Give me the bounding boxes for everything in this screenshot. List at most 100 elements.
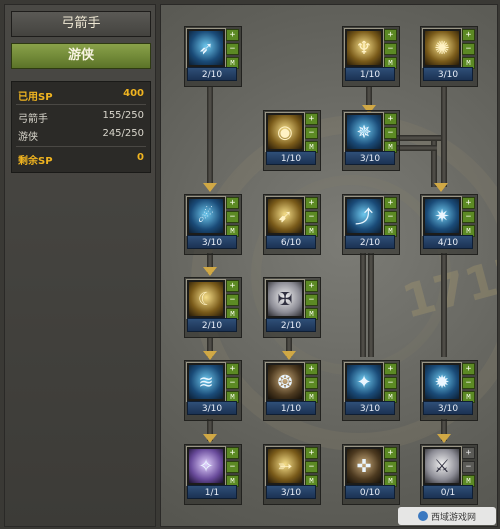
- skill-slot[interactable]: ❂ + − M 1/10: [263, 360, 321, 421]
- logo-text: 西域游戏网: [430, 512, 476, 523]
- skill-slot[interactable]: ♆ + − M 1/10: [342, 26, 400, 87]
- skill-minus-button[interactable]: −: [226, 43, 239, 55]
- skill-slot[interactable]: ➶ + − M 2/10: [184, 26, 242, 87]
- skill-slot[interactable]: ☄ + − M 3/10: [184, 194, 242, 255]
- skill-plus-button[interactable]: +: [384, 197, 397, 209]
- skill-slot[interactable]: ✦ + − M 3/10: [342, 360, 400, 421]
- skill-minus-button[interactable]: −: [305, 461, 318, 473]
- skill-minus-button[interactable]: −: [384, 43, 397, 55]
- logo-icon: [417, 511, 428, 521]
- sp-row-label: 游侠: [18, 132, 38, 143]
- skill-plus-button[interactable]: +: [226, 280, 239, 292]
- kick-icon[interactable]: ☄: [186, 196, 226, 236]
- arrow-icon: [434, 183, 448, 192]
- skill-minus-button[interactable]: −: [384, 127, 397, 139]
- skill-plus-button[interactable]: +: [226, 29, 239, 41]
- skill-minus-button[interactable]: −: [384, 461, 397, 473]
- sp-info-panel: 弓箭手 游侠 已用SP 400 弓箭手 155/250 游侠 245/250 剩…: [4, 4, 156, 527]
- skill-slot[interactable]: ➹ + − M 6/10: [263, 194, 321, 255]
- skill-plus-button[interactable]: +: [462, 29, 475, 41]
- sp-used-value: 400: [123, 88, 144, 99]
- skill-minus-button[interactable]: −: [384, 377, 397, 389]
- shield-cross-icon[interactable]: ✠: [265, 279, 305, 319]
- blue-burst-icon[interactable]: ✵: [344, 112, 384, 152]
- leap-icon[interactable]: ⤴: [344, 196, 384, 236]
- skill-plus-button[interactable]: +: [226, 197, 239, 209]
- skill-slot[interactable]: ✠ + − M 2/10: [263, 277, 321, 338]
- skill-minus-button[interactable]: −: [462, 377, 475, 389]
- sp-row-value: 245/250: [102, 128, 144, 139]
- skill-plus-button[interactable]: +: [384, 447, 397, 459]
- skill-slot[interactable]: ≋ + − M 3/10: [184, 360, 242, 421]
- golden-figure-icon[interactable]: ♆: [344, 28, 384, 68]
- sp-summary: 已用SP 400 弓箭手 155/250 游侠 245/250 剩余SP 0: [11, 81, 151, 173]
- skill-slot[interactable]: ✷ + − M 4/10: [420, 194, 478, 255]
- skill-buttons: + − M: [305, 113, 318, 155]
- wind-slash-icon[interactable]: ≋: [186, 362, 226, 402]
- skill-buttons: + − M: [226, 197, 239, 239]
- skill-plus-button[interactable]: +: [226, 447, 239, 459]
- sp-row-value: 155/250: [102, 110, 144, 121]
- skill-level: 2/10: [345, 235, 395, 249]
- skill-minus-button[interactable]: −: [462, 211, 475, 223]
- purple-orb-icon[interactable]: ✧: [186, 446, 226, 486]
- compass-icon[interactable]: ✜: [344, 446, 384, 486]
- orange-ring-icon[interactable]: ❂: [265, 362, 305, 402]
- skill-buttons: + − M: [384, 29, 397, 71]
- skill-level: 1/1: [187, 485, 237, 499]
- skill-minus-button[interactable]: −: [305, 294, 318, 306]
- skill-minus-button[interactable]: −: [305, 127, 318, 139]
- ring-icon[interactable]: ◉: [265, 112, 305, 152]
- skill-level: 3/10: [187, 235, 237, 249]
- subclass-tab[interactable]: 游侠: [11, 43, 151, 69]
- skill-minus-button[interactable]: −: [305, 377, 318, 389]
- skill-minus-button[interactable]: −: [226, 294, 239, 306]
- skill-minus-button[interactable]: −: [226, 461, 239, 473]
- skill-level: 3/10: [345, 401, 395, 415]
- skill-tree-window: 弓箭手 游侠 已用SP 400 弓箭手 155/250 游侠 245/250 剩…: [0, 0, 500, 529]
- skill-slot[interactable]: ✹ + − M 3/10: [420, 360, 478, 421]
- skill-minus-button[interactable]: −: [226, 377, 239, 389]
- skill-buttons: + − M: [462, 29, 475, 71]
- skill-slot[interactable]: ✺ + − M 3/10: [420, 26, 478, 87]
- skill-buttons: + − M: [305, 197, 318, 239]
- dash-icon[interactable]: ➹: [265, 196, 305, 236]
- skill-plus-button[interactable]: +: [305, 113, 318, 125]
- silver-stance-icon[interactable]: ⚔: [422, 446, 462, 486]
- crescent-icon[interactable]: ☾: [186, 279, 226, 319]
- golden-arrow-icon[interactable]: ➳: [265, 446, 305, 486]
- skill-level: 2/10: [187, 318, 237, 332]
- skill-plus-button[interactable]: +: [305, 363, 318, 375]
- wind-arrow-icon[interactable]: ➶: [186, 28, 226, 68]
- skill-plus-button[interactable]: +: [305, 197, 318, 209]
- blue-dash-icon[interactable]: ✹: [422, 362, 462, 402]
- skill-plus-button[interactable]: +: [462, 197, 475, 209]
- gold-spiral-icon[interactable]: ✺: [422, 28, 462, 68]
- skill-level: 3/10: [266, 485, 316, 499]
- skill-minus-button[interactable]: −: [462, 43, 475, 55]
- skill-slot[interactable]: ✜ + − M 0/10: [342, 444, 400, 505]
- skill-plus-button[interactable]: +: [384, 113, 397, 125]
- skill-slot[interactable]: ➳ + − M 3/10: [263, 444, 321, 505]
- skill-slot[interactable]: ◉ + − M 1/10: [263, 110, 321, 171]
- spin-kick-icon[interactable]: ✷: [422, 196, 462, 236]
- skill-plus-button[interactable]: +: [226, 363, 239, 375]
- skill-plus-button[interactable]: +: [384, 29, 397, 41]
- ice-arrow-icon[interactable]: ✦: [344, 362, 384, 402]
- skill-slot[interactable]: ⚔ + − M 0/1: [420, 444, 478, 505]
- skill-tree-panel: 17173 ➶ + − M 2/10 ♆ + − M 1/10 ✺ + − M 3/10 ◉ + − M 1/10 ✵ +…: [160, 4, 498, 527]
- skill-slot[interactable]: ✧ + − M 1/1: [184, 444, 242, 505]
- site-logo: 西域游戏网: [398, 507, 496, 525]
- skill-slot[interactable]: ✵ + − M 3/10: [342, 110, 400, 171]
- skill-plus-button[interactable]: +: [462, 447, 475, 459]
- skill-minus-button[interactable]: −: [462, 461, 475, 473]
- skill-slot[interactable]: ☾ + − M 2/10: [184, 277, 242, 338]
- skill-plus-button[interactable]: +: [305, 280, 318, 292]
- skill-plus-button[interactable]: +: [384, 363, 397, 375]
- skill-plus-button[interactable]: +: [305, 447, 318, 459]
- skill-minus-button[interactable]: −: [305, 211, 318, 223]
- skill-minus-button[interactable]: −: [384, 211, 397, 223]
- skill-plus-button[interactable]: +: [462, 363, 475, 375]
- skill-minus-button[interactable]: −: [226, 211, 239, 223]
- skill-slot[interactable]: ⤴ + − M 2/10: [342, 194, 400, 255]
